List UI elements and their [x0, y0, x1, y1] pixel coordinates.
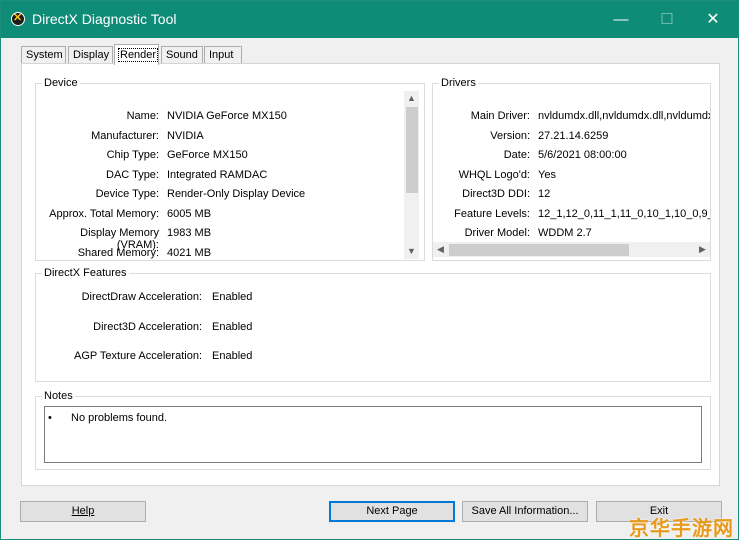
site-watermark: 京华手游网	[629, 516, 734, 540]
directdraw-value: Enabled	[212, 291, 253, 303]
main-driver-value: nvldumdx.dll,nvldumdx.dll,nvldumdx.dll	[538, 110, 710, 122]
display-memory-value: 1983 MB	[167, 227, 212, 239]
d3d-ddi-label: Direct3D DDI:	[462, 188, 530, 200]
notes-item: No problems found.	[71, 412, 167, 424]
whql-value: Yes	[538, 169, 556, 181]
title-bar[interactable]: DirectX Diagnostic Tool — ☐ ✕	[1, 1, 738, 38]
close-button[interactable]: ✕	[690, 1, 736, 38]
direct3d-label: Direct3D Acceleration:	[93, 321, 202, 333]
dac-type-label: DAC Type:	[106, 169, 159, 181]
device-list[interactable]: Name: NVIDIA GeForce MX150 Manufacturer:…	[36, 90, 404, 260]
scroll-up-arrow-icon[interactable]: ▲	[404, 91, 419, 106]
driver-model-value: WDDM 2.7	[538, 227, 592, 239]
manufacturer-label: Manufacturer:	[91, 130, 159, 142]
date-value: 5/6/2021 08:00:00	[538, 149, 627, 161]
notes-bullet: •	[48, 412, 52, 424]
shared-memory-value: 4021 MB	[167, 247, 212, 259]
manufacturer-value: NVIDIA	[167, 130, 204, 142]
directx-icon	[11, 11, 25, 26]
tab-system[interactable]: System	[21, 46, 66, 64]
notes-heading: Notes	[42, 390, 75, 402]
tab-render[interactable]: Render	[114, 44, 159, 65]
agp-label: AGP Texture Acceleration:	[74, 350, 202, 362]
driver-model-label: Driver Model:	[464, 227, 530, 239]
direct3d-value: Enabled	[212, 321, 253, 333]
version-label: Version:	[490, 130, 530, 142]
dxdiag-window: DirectX Diagnostic Tool — ☐ ✕ System Dis…	[0, 0, 739, 540]
drivers-horizontal-scrollbar[interactable]: ◀ ▶	[433, 242, 710, 257]
directdraw-label: DirectDraw Acceleration:	[81, 291, 202, 303]
chip-type-label: Chip Type:	[106, 149, 159, 161]
total-memory-value: 6005 MB	[167, 208, 212, 220]
device-type-value: Render-Only Display Device	[167, 188, 306, 200]
device-heading: Device	[42, 77, 80, 89]
total-memory-label: Approx. Total Memory:	[49, 208, 159, 220]
device-type-label: Device Type:	[95, 188, 159, 200]
next-page-button[interactable]: Next Page	[329, 501, 455, 522]
drivers-heading: Drivers	[439, 77, 478, 89]
main-driver-label: Main Driver:	[470, 110, 530, 122]
shared-memory-label: Shared Memory:	[77, 247, 159, 259]
help-button[interactable]: Help	[20, 501, 146, 522]
date-label: Date:	[503, 149, 530, 161]
drivers-scroll-thumb[interactable]	[449, 244, 629, 256]
version-value: 27.21.14.6259	[538, 130, 609, 142]
tab-sound[interactable]: Sound	[161, 46, 203, 64]
notes-textbox[interactable]: • No problems found.	[44, 406, 702, 463]
device-vertical-scrollbar[interactable]: ▲ ▼	[404, 91, 419, 259]
tab-input[interactable]: Input	[204, 46, 242, 64]
save-all-information-button[interactable]: Save All Information...	[462, 501, 588, 522]
chip-type-value: GeForce MX150	[167, 149, 248, 161]
window-title: DirectX Diagnostic Tool	[32, 11, 177, 27]
d3d-ddi-value: 12	[538, 188, 551, 200]
dac-type-value: Integrated RAMDAC	[167, 169, 268, 181]
scroll-down-arrow-icon[interactable]: ▼	[404, 244, 419, 259]
features-heading: DirectX Features	[42, 267, 129, 279]
minimize-button[interactable]: —	[598, 1, 644, 38]
tab-display[interactable]: Display	[68, 46, 113, 64]
scroll-right-arrow-icon[interactable]: ▶	[695, 242, 710, 257]
render-tab-panel: Device Name: NVIDIA GeForce MX150 Manufa…	[21, 63, 720, 486]
device-name-label: Name:	[126, 110, 159, 122]
scroll-left-arrow-icon[interactable]: ◀	[433, 242, 448, 257]
device-name-value: NVIDIA GeForce MX150	[167, 110, 287, 122]
feature-levels-value: 12_1,12_0,11_1,11_0,10_1,10_0,9_3	[538, 208, 710, 220]
device-scroll-thumb[interactable]	[406, 107, 418, 193]
agp-value: Enabled	[212, 350, 253, 362]
whql-label: WHQL Logo'd:	[458, 169, 530, 181]
feature-levels-label: Feature Levels:	[454, 208, 530, 220]
drivers-list[interactable]: Main Driver: nvldumdx.dll,nvldumdx.dll,n…	[433, 90, 710, 242]
maximize-button[interactable]: ☐	[644, 1, 690, 38]
